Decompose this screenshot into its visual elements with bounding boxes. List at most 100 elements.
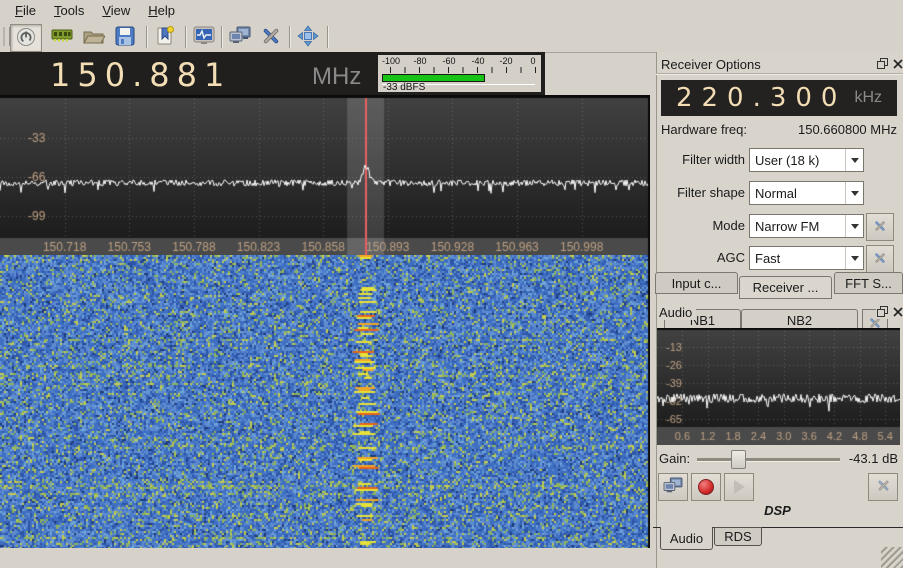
dock-float-button[interactable] [876,58,889,71]
smeter-tick-label: -100 [382,56,400,66]
filter-shape-select[interactable]: Normal [749,181,864,205]
fullscreen-move-button[interactable] [295,25,321,49]
io-devices-button[interactable] [227,25,253,49]
rf-spectrum-plot[interactable] [0,95,650,255]
gain-slider-track[interactable] [697,458,840,462]
nb2-label: NB2 [787,313,812,328]
audio-stream-button[interactable] [658,473,688,501]
gain-value: -43.1 dB [840,451,898,466]
dsp-window-button[interactable] [191,25,217,49]
smeter-tick-label: -20 [499,56,512,66]
dock-close-button[interactable] [891,58,903,71]
filter-width-label: Filter width [655,152,745,167]
capture-device-icon [51,27,73,48]
waterfall-display[interactable] [0,255,650,548]
smeter-tick-label: -40 [471,56,484,66]
smeter-tick-label: -60 [442,56,455,66]
smeter-bar-track [382,74,535,82]
tab-input-controls[interactable]: Input c... [655,272,738,294]
mode-label: Mode [655,218,745,233]
menu-view[interactable]: View [93,1,139,20]
agc-select[interactable]: Fast [749,246,864,270]
receiver-options-title: Receiver Options [661,57,761,72]
oscilloscope-icon [193,26,215,48]
hardware-freq-value: 150.660800 MHz [740,122,897,137]
filter-shape-value: Normal [750,186,845,201]
gain-slider-handle[interactable] [731,450,746,469]
menu-file[interactable]: File [6,1,45,20]
mode-options-button[interactable] [866,213,894,241]
resize-grip[interactable] [881,547,903,568]
move-arrows-icon [297,25,319,50]
tools-icon [260,25,282,50]
tools-icon [872,250,888,269]
mode-value: Narrow FM [750,219,845,234]
chevron-down-icon [845,247,863,269]
tools-icon [875,477,892,497]
signal-strength-meter: -100 -80 -60 -40 -20 0 -33 dBFS [378,55,541,92]
titlebar-separator [656,73,903,75]
mode-select[interactable]: Narrow FM [749,214,864,238]
smeter-tick-marks [390,67,536,73]
audio-play-button[interactable] [724,473,754,501]
chevron-down-icon [845,215,863,237]
menu-bar: File Tools View Help [0,0,903,21]
save-floppy-icon [115,26,135,49]
audio-record-button[interactable] [691,473,721,501]
tab-label: FFT S... [845,276,892,291]
channel-frequency-lcd[interactable]: 220.300 kHz [661,80,897,116]
tab-rds[interactable]: RDS [714,527,762,546]
filter-shape-label: Filter shape [655,185,745,200]
close-icon [893,305,903,320]
dsp-group-label: DSP [740,503,815,518]
float-icon [877,305,888,320]
gain-label: Gain: [659,451,690,466]
filter-width-value: User (18 k) [750,153,845,168]
tab-receiver-options[interactable]: Receiver ... [739,276,832,299]
bookmarks-button[interactable] [152,25,178,49]
tools-icon [872,218,888,237]
tab-audio[interactable]: Audio [660,527,713,550]
tab-label: RDS [724,529,751,544]
tab-label: Input c... [672,276,722,291]
power-icon [16,27,36,50]
agc-value: Fast [750,251,845,266]
dock-float-button[interactable] [876,306,889,319]
channel-frequency-value: 220.300 [676,83,847,113]
capture-device-button[interactable] [49,25,75,49]
open-folder-icon [83,27,105,48]
hardware-freq-label: Hardware freq: [661,122,747,137]
float-icon [877,57,888,72]
toolbar-separator [146,26,148,48]
audio-dock-title: Audio [659,305,696,320]
tab-label: Receiver ... [753,280,819,295]
agc-options-button[interactable] [866,245,894,273]
play-icon [734,480,745,494]
frequency-unit: MHz [312,63,361,91]
open-file-button[interactable] [81,25,107,49]
audio-spectrum-plot[interactable] [657,328,900,445]
close-icon [893,57,903,72]
tools-button[interactable] [258,25,284,49]
network-audio-icon [663,477,683,498]
toolbar-separator [185,26,187,48]
filter-width-select[interactable]: User (18 k) [749,148,864,172]
toolbar-separator [221,26,223,48]
chevron-down-icon [845,149,863,171]
smeter-tick-label: 0 [530,56,535,66]
toolbar-separator [327,26,329,48]
computers-icon [229,26,251,49]
audio-options-button[interactable] [868,473,898,501]
power-dsp-button[interactable] [10,24,42,52]
smeter-readout: -33 dBFS [383,82,425,93]
menu-tools[interactable]: Tools [45,1,93,20]
dock-close-button[interactable] [891,306,903,319]
smeter-bar-fill [382,74,485,82]
nb2-button[interactable]: NB2 [741,309,858,328]
save-file-button[interactable] [112,25,138,49]
toolbar-separator [289,26,291,48]
agc-label: AGC [655,250,745,265]
bookmark-icon [155,26,175,49]
menu-help[interactable]: Help [139,1,184,20]
tab-fft-settings[interactable]: FFT S... [834,272,903,294]
